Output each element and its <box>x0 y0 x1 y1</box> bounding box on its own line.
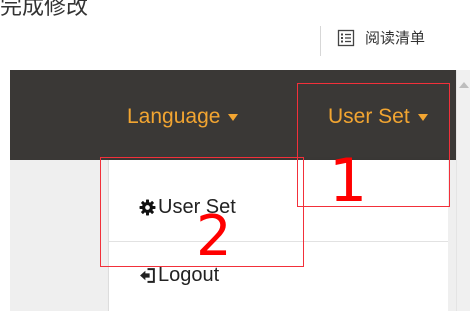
reading-list-label: 阅读清单 <box>365 29 426 47</box>
annotation-number-1: 1 <box>329 146 368 216</box>
language-label: Language <box>127 105 221 128</box>
logout-icon <box>140 268 155 283</box>
reading-list-button[interactable]: 阅读清单 <box>337 27 425 48</box>
page-background-left <box>10 160 108 311</box>
scroll-up-arrow-icon[interactable] <box>459 82 469 88</box>
toolbar-divider <box>320 26 321 56</box>
top-text-fragment: 完成修改 <box>0 0 89 20</box>
annotation-box-1 <box>297 83 450 207</box>
list-icon <box>337 29 355 46</box>
scrollbar[interactable] <box>456 70 470 311</box>
language-menu-toggle[interactable]: Language <box>127 105 239 129</box>
annotation-number-2: 2 <box>196 204 232 269</box>
caret-down-icon <box>228 113 239 121</box>
